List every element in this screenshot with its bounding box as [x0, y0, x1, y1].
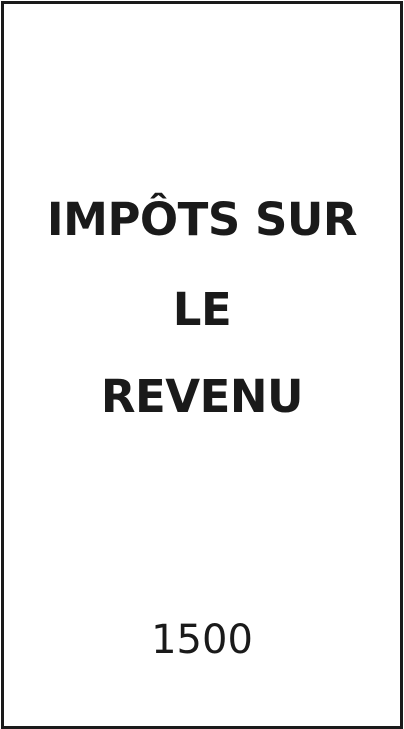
tax-card: IMPÔTS SUR LE REVENU 1500 [1, 1, 403, 729]
card-amount: 1500 [151, 617, 253, 663]
card-title-line-3: REVENU [100, 370, 304, 423]
card-title-line-2: LE [172, 283, 232, 336]
card-title-line-1: IMPÔTS SUR [46, 193, 358, 246]
